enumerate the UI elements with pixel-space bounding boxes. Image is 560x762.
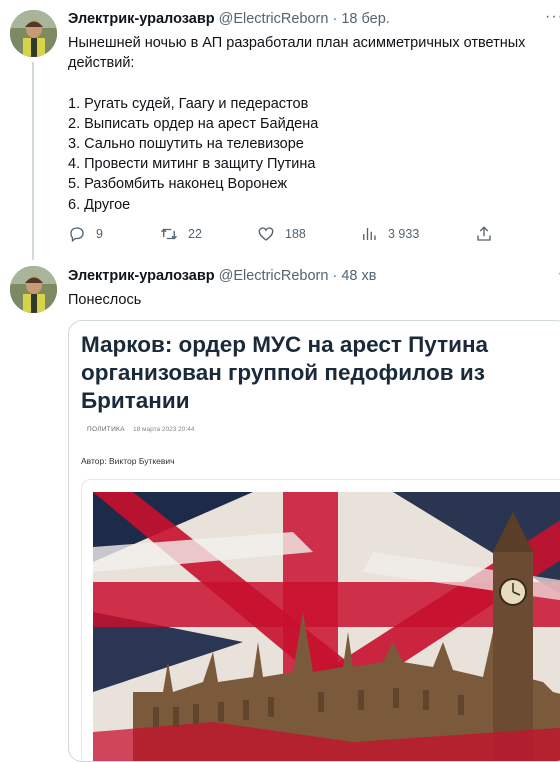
reply-count: 9 <box>96 227 103 241</box>
share-button[interactable] <box>475 225 493 243</box>
text-line: действий: <box>68 55 135 72</box>
author-handle[interactable]: @ElectricReborn <box>219 268 329 284</box>
separator: · <box>332 268 338 284</box>
share-icon <box>477 226 491 241</box>
views-count: 3 933 <box>388 227 420 241</box>
retweet-button[interactable]: 22 <box>160 225 202 243</box>
headline-line: Марков: ордер МУС на арест Путина <box>81 332 489 357</box>
headline-line: Британии <box>81 388 190 413</box>
text-line: Нынешней ночью в АП разработали план аси… <box>68 35 526 51</box>
card-date: 18 марта 2023 20:44 <box>133 426 195 433</box>
avatar[interactable] <box>10 266 57 313</box>
tweet-text: Нынешней ночью в АП разработали план аси… <box>68 33 556 215</box>
tweet-text: Понеслось <box>68 292 142 308</box>
reply-icon <box>70 227 84 243</box>
retweet-count: 22 <box>188 227 202 241</box>
timestamp[interactable]: 48 хв <box>341 268 376 284</box>
like-icon <box>258 227 274 241</box>
card-image <box>93 492 560 761</box>
card-author: Автор: Виктор Буткевич <box>81 456 175 466</box>
text-line <box>68 73 556 93</box>
views-icon <box>363 228 376 240</box>
tweet-actions: 9 22 188 3 933 <box>68 225 508 245</box>
author-name[interactable]: Электрик-уралозавр <box>68 11 215 27</box>
tweet-header: Электрик-уралозавр @ElectricReborn · 18 … <box>68 11 390 27</box>
author-name[interactable]: Электрик-уралозавр <box>68 268 215 284</box>
card-headline: Марков: ордер МУС на арест Путина органи… <box>81 331 551 415</box>
more-icon[interactable]: ··· <box>545 8 560 26</box>
tweet[interactable]: Электрик-уралозавр @ElectricReborn · 48 … <box>0 262 560 762</box>
text-line: 3. Сально пошутить на телевизоре <box>68 136 304 152</box>
retweet-icon <box>161 228 177 240</box>
timestamp[interactable]: 18 бер. <box>341 11 389 27</box>
views-button[interactable]: 3 933 <box>360 225 419 243</box>
like-button[interactable]: 188 <box>257 225 306 243</box>
avatar-image <box>10 10 57 57</box>
separator: · <box>332 11 338 27</box>
link-card[interactable]: Марков: ордер МУС на арест Путина органи… <box>68 320 560 762</box>
reply-button[interactable]: 9 <box>68 225 103 243</box>
text-line: 4. Провести митинг в защиту Путина <box>68 156 316 173</box>
text-line: 1. Ругать судей, Гаагу и педерастов <box>68 95 309 112</box>
avatar[interactable] <box>10 10 57 57</box>
card-category[interactable]: ПОЛИТИКА <box>87 426 125 433</box>
thread-line <box>32 62 34 260</box>
avatar-image <box>10 266 57 313</box>
headline-line: организован группой педофилов из <box>81 360 485 385</box>
text-line: 2. Выписать ордер на арест Байдена <box>68 115 319 132</box>
author-handle[interactable]: @ElectricReborn <box>219 11 329 27</box>
tweet[interactable]: Электрик-уралозавр @ElectricReborn · 18 … <box>0 0 560 262</box>
text-line: 6. Другое <box>68 196 131 213</box>
card-image-frame <box>81 479 560 761</box>
tweet-header: Электрик-уралозавр @ElectricReborn · 48 … <box>68 268 376 284</box>
like-count: 188 <box>285 227 306 241</box>
text-line: 5. Разбомбить наконец Воронеж <box>68 176 288 193</box>
